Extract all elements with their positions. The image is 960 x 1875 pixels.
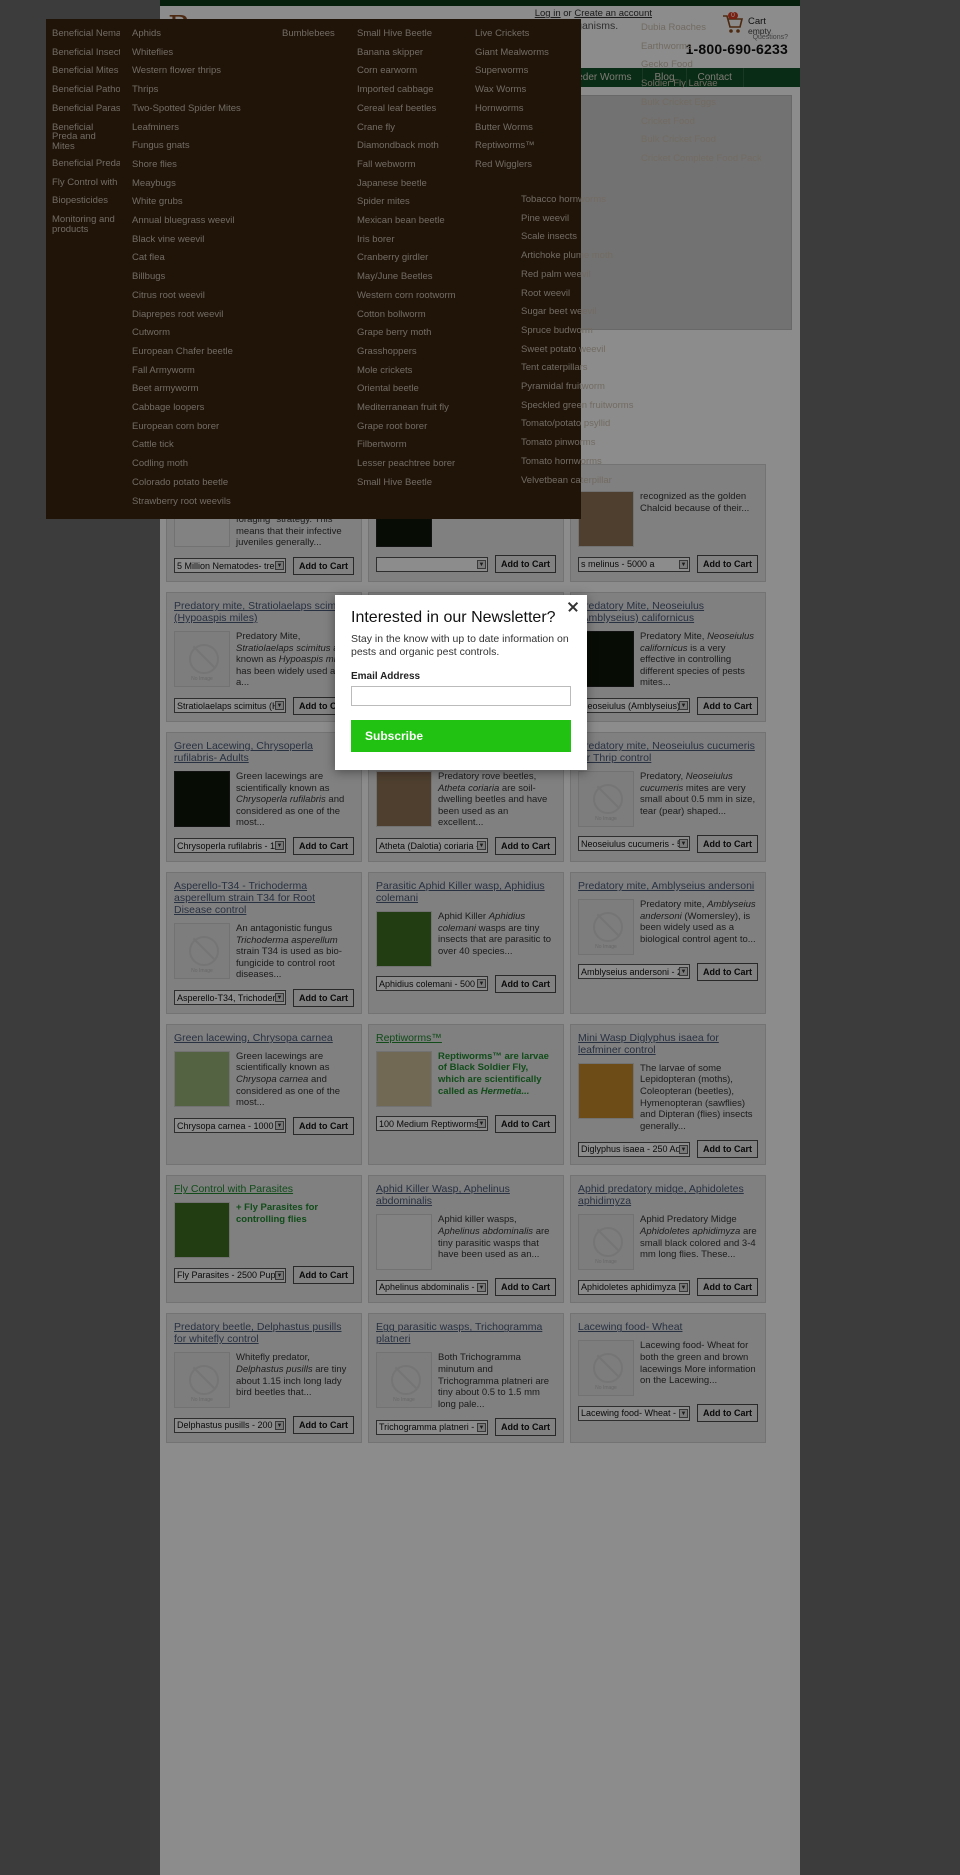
newsletter-body: Stay in the know with up to date informa…: [351, 633, 569, 658]
email-field[interactable]: [351, 686, 571, 706]
subscribe-button[interactable]: Subscribe: [351, 720, 571, 752]
modal-backdrop[interactable]: [0, 0, 960, 1875]
page-root: Bugs for Growers Fight insect pests with…: [0, 0, 960, 1875]
email-label: Email Address: [351, 671, 421, 682]
close-icon[interactable]: [567, 601, 579, 613]
newsletter-modal: Interested in our Newsletter? Stay in th…: [335, 595, 587, 770]
newsletter-title: Interested in our Newsletter?: [351, 609, 556, 626]
